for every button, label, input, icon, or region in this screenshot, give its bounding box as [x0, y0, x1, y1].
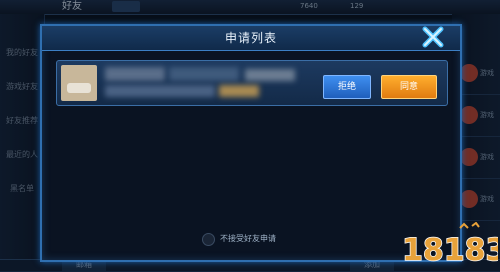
dialog-title: 申请列表 [224, 31, 277, 45]
toggle-radio[interactable] [202, 233, 215, 246]
close-button[interactable] [418, 22, 448, 52]
reject-all-toggle[interactable]: 不接受好友申请 [202, 232, 322, 246]
friend-request-row: 拒绝 同意 [56, 60, 448, 106]
reject-button[interactable]: 拒绝 [323, 75, 371, 99]
blurred-name [105, 67, 165, 81]
avatar [61, 65, 97, 101]
blurred-info [169, 67, 239, 81]
toggle-label: 不接受好友申请 [220, 234, 276, 243]
blurred-message [219, 85, 259, 97]
blurred-info [245, 69, 295, 81]
accept-button[interactable]: 同意 [381, 75, 437, 99]
site-logo: 18183 [401, 222, 498, 268]
avatar-image [67, 83, 91, 93]
blurred-message [105, 85, 215, 97]
svg-text:18183: 18183 [402, 233, 498, 268]
close-x-icon [422, 26, 444, 48]
